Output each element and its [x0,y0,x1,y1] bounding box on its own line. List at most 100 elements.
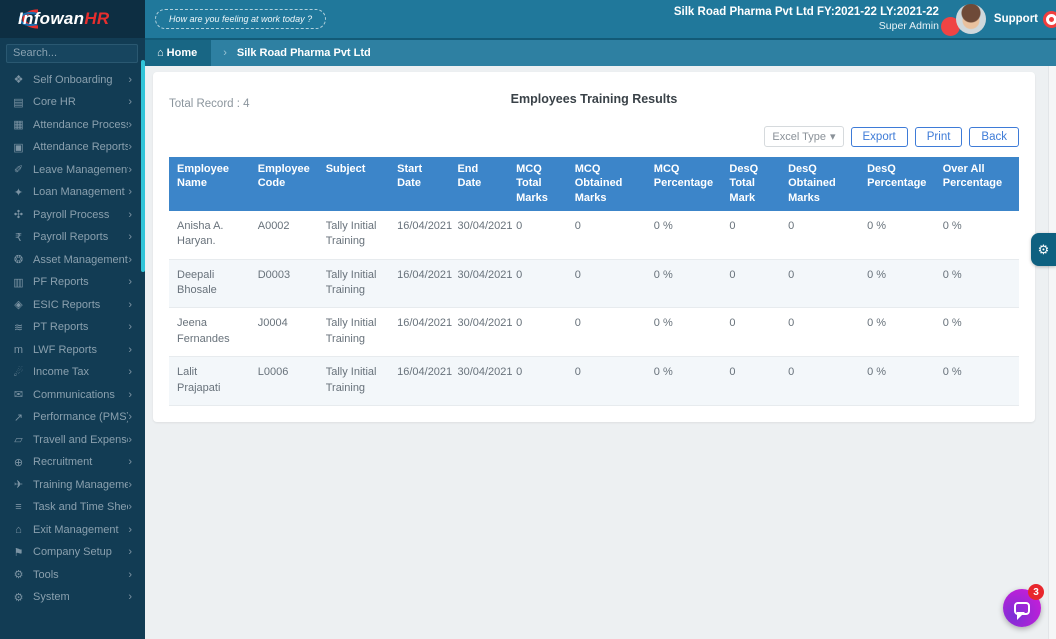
chat-button[interactable]: 3 [1003,584,1044,627]
sidebar-item-label: Core HR [33,96,76,109]
print-button[interactable]: Print [914,126,963,147]
sidebar-item-self-onboarding[interactable]: ❖ Self Onboarding › [0,69,145,92]
column-header: End Date [449,157,509,211]
sidebar-item-income-tax[interactable]: ☄ Income Tax › [0,361,145,384]
sidebar-item-core-hr[interactable]: ▤ Core HR › [0,91,145,114]
table-cell: 0 % [645,307,722,358]
sidebar-item-recruitment[interactable]: ⊕ Recruitment › [0,451,145,474]
column-header: DesQ Obtained Marks [780,157,860,211]
chevron-right-icon: › [128,478,132,491]
sidebar-item-training-management[interactable]: ✈ Training Management› [0,474,145,497]
table-cell: 0 % [934,356,1019,407]
paper-plane-icon: ✈ [13,479,24,492]
column-header: DesQ Total Mark [721,157,781,211]
share-nodes-icon: ❖ [13,74,24,87]
search-input[interactable] [6,43,138,63]
breadcrumb-home[interactable]: ⌂ Home [145,40,212,66]
sidebar-item-travell-and-expense[interactable]: ▱ Travell and Expense › [0,429,145,452]
sidebar-item-label: Attendance Process [33,118,129,131]
sidebar-item-label: Self Onboarding [33,73,113,86]
chevron-right-icon: › [128,523,132,536]
chevron-right-icon: › [128,321,132,334]
sidebar-item-label: Payroll Reports [33,231,109,244]
table-cell: 0 [508,210,567,260]
sidebar-item-leave-management[interactable]: ✐ Leave Management › [0,159,145,182]
support-label: Support [993,13,1038,25]
sidebar-item-communications[interactable]: ✉ Communications › [0,384,145,407]
sidebar-item-label: Exit Management [33,523,119,536]
list-check-icon: ▦ [13,119,24,132]
waves-icon: ≋ [13,321,24,334]
sidebar-item-loan-management[interactable]: ✦ Loan Management › [0,181,145,204]
sidebar-item-label: Performance (PMS) [33,411,129,424]
sidebar-item-payroll-reports[interactable]: ₹ Payroll Reports › [0,226,145,249]
chevron-right-icon: › [128,298,132,311]
table-cell: 0 % [934,307,1019,358]
chevron-right-icon: › [128,388,132,401]
excel-type-select[interactable]: Excel Type ▾ [764,126,844,147]
table-cell: 0 [566,356,646,407]
sidebar-item-system[interactable]: ⚙ System › [0,586,145,609]
sidebar-item-exit-management[interactable]: ⌂ Exit Management › [0,519,145,542]
sidebar-item-payroll-process[interactable]: ✣ Payroll Process › [0,204,145,227]
user-avatar[interactable] [955,4,986,34]
table-body: Anisha A. Haryan. A0002 Tally Initial Trai… [169,210,1019,407]
brand-logo[interactable]: InfowanHR [0,0,145,38]
table-cell: Tally Initial Training [317,259,390,309]
column-header: MCQ Obtained Marks [566,157,646,211]
sidebar-item-label: PF Reports [33,276,89,289]
sidebar-item-label: LWF Reports [33,343,97,356]
sidebar-item-label: ESIC Reports [33,298,101,311]
sidebar-item-asset-management[interactable]: ❂ Asset Management › [0,249,145,272]
sidebar-item-pt-reports[interactable]: ≋ PT Reports › [0,316,145,339]
table-cell: D0003 [249,259,318,309]
chevron-down-icon: ▾ [829,131,836,143]
table-cell: 0 % [859,210,935,260]
table-cell: J0004 [249,307,318,358]
user-role: Super Admin [878,19,939,32]
table-cell: 30/04/2021 [449,307,513,358]
table-cell: Deepali Bhosale [169,259,250,309]
sidebar-item-task-and-time-sheet[interactable]: ≡ Task and Time Sheet › [0,496,145,519]
sidebar-item-attendance-reports[interactable]: ▣ Attendance Reports › [0,136,145,159]
table-cell: 0 % [645,210,722,260]
sidebar-item-label: System [33,591,70,604]
page-scrollbar[interactable] [1048,66,1056,639]
sidebar: InfowanHR ❖ Self Onboarding › ▤ Core HR › ▦ Att… [0,0,145,639]
mood-question-button[interactable]: How are you feeling at work today ? [155,9,327,29]
table-cell: 0 % [645,356,722,407]
sidebar-item-esic-reports[interactable]: ◈ ESIC Reports › [0,294,145,317]
back-button[interactable]: Back [969,126,1019,147]
main-column: How are you feeling at work today ? Silk… [145,0,1056,639]
sidebar-item-label: Communications [33,388,115,401]
sidebar-item-attendance-process[interactable]: ▦ Attendance Process › [0,114,145,137]
table-cell: 0 % [934,210,1019,260]
briefcase-icon: ▥ [13,276,24,289]
sidebar-item-label: Attendance Reports [33,141,129,154]
table-cell: 0 % [859,259,935,309]
spinner-icon: ✣ [13,209,24,222]
table-cell: 0 % [934,259,1019,309]
chevron-right-icon: › [128,276,132,289]
sidebar-item-pf-reports[interactable]: ▥ PF Reports › [0,271,145,294]
sidebar-item-lwf-reports[interactable]: m LWF Reports › [0,339,145,362]
table-cell: 0 % [645,259,722,309]
settings-gear-tab[interactable]: ⚙ [1031,233,1056,266]
tasks-icon: ≡ [15,501,22,514]
header-right: Silk Road Pharma Pvt Ltd FY:2021-22 LY:2… [674,3,1056,36]
sidebar-item-label: PT Reports [33,321,89,334]
sidebar-item-label: Training Management [33,478,129,491]
gear-icon: ⚙ [1037,241,1050,257]
rupee-icon: ₹ [15,231,22,244]
sidebar-item-tools[interactable]: ⚙ Tools › [0,564,145,587]
training-results-table: Employee Name Employee Code Subject Start D… [169,157,1019,407]
support-button[interactable]: Support [993,10,1056,28]
table-cell: 0 [721,356,781,407]
sidebar-item-performance-pms[interactable]: ↗ Performance (PMS) › [0,406,145,429]
table-cell: 0 [566,307,646,358]
sidebar-item-company-setup[interactable]: ⚑ Company Setup › [0,541,145,564]
table-cell: Anisha A. Haryan. [169,210,250,260]
export-button[interactable]: Export [850,126,908,147]
loan-icon: ✦ [13,186,24,199]
table-cell: Jeena Fernandes [169,307,250,358]
